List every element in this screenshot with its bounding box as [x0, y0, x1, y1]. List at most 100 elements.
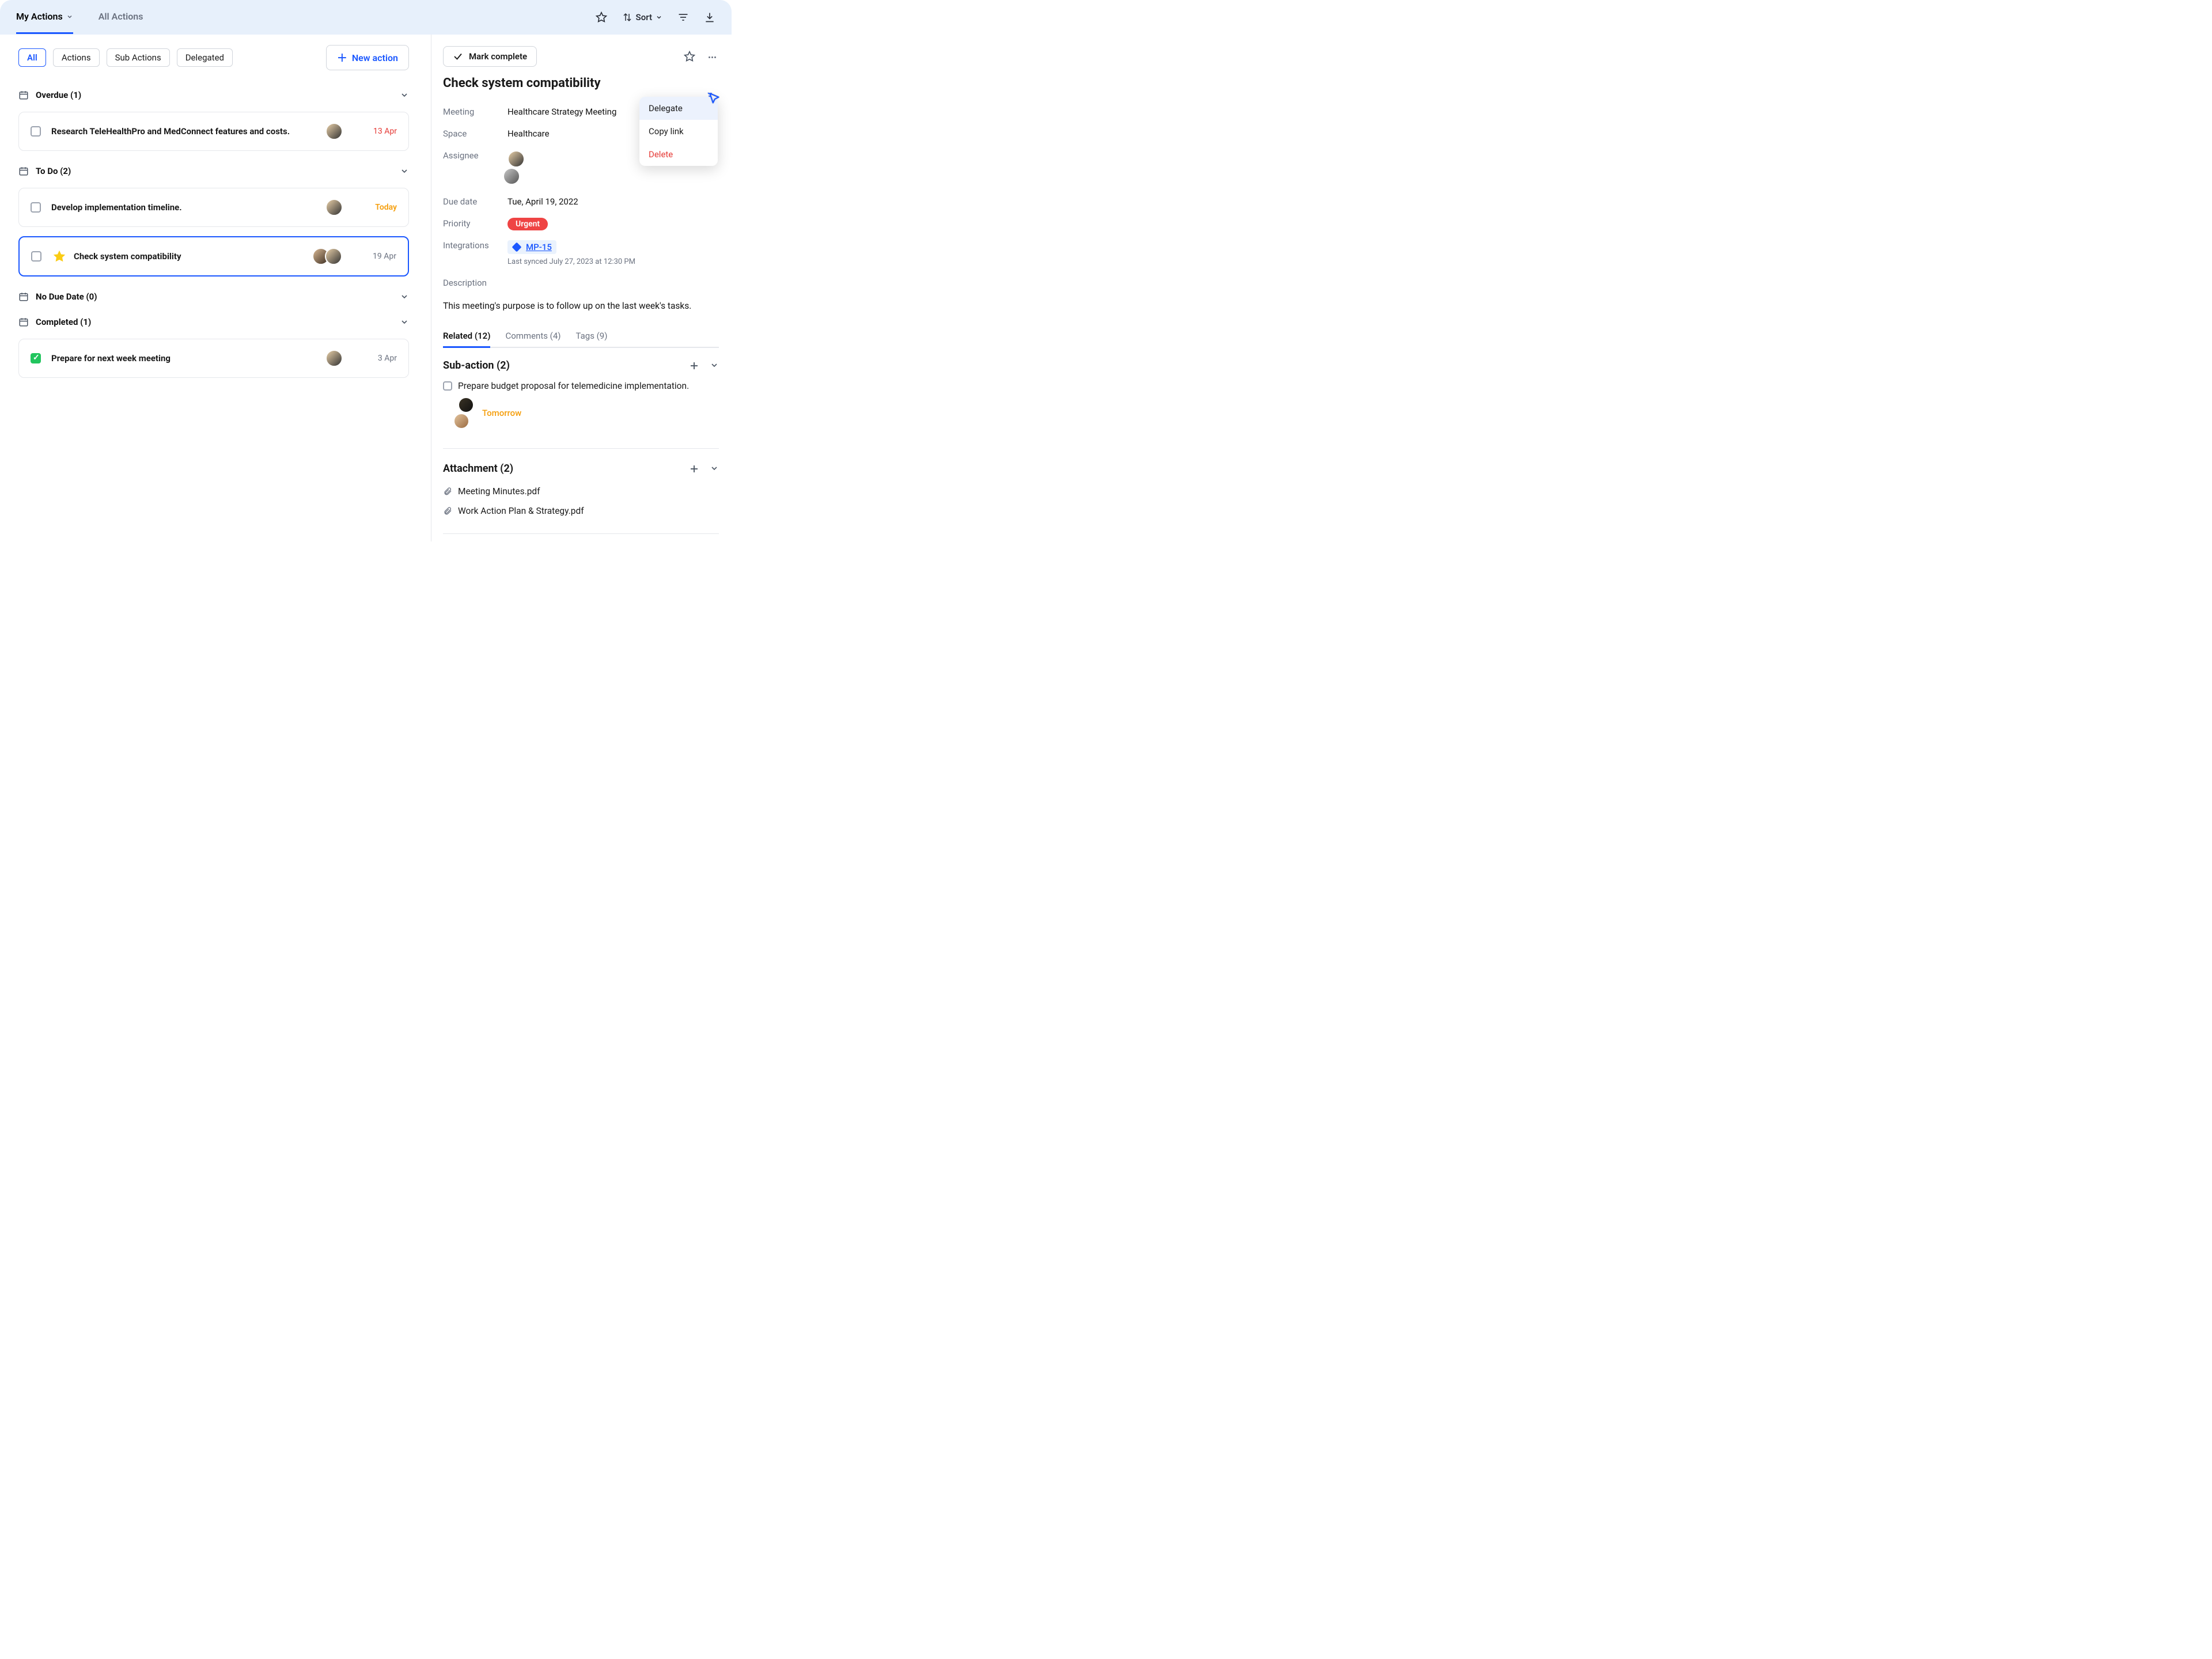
attachment-name: Work Action Plan & Strategy.pdf — [458, 506, 584, 516]
assignee-avatars — [325, 350, 343, 367]
task-date: 19 Apr — [355, 252, 396, 261]
filter-sub-actions[interactable]: Sub Actions — [107, 48, 170, 67]
check-icon — [453, 51, 463, 62]
section-completed[interactable]: Completed (1) — [18, 311, 409, 333]
assignee-avatars — [325, 123, 343, 140]
last-synced-text: Last synced July 27, 2023 at 12:30 PM — [507, 257, 719, 266]
attachment-heading: Attachment (2) — [443, 463, 513, 475]
task-title: Develop implementation timeline. — [51, 202, 325, 213]
download-icon[interactable] — [704, 12, 715, 23]
avatar — [325, 350, 343, 367]
attachment-item[interactable]: Work Action Plan & Strategy.pdf — [443, 501, 719, 521]
section-overdue[interactable]: Overdue (1) — [18, 84, 409, 106]
detail-title: Check system compatibility — [443, 76, 719, 90]
task-title: Check system compatibility — [74, 251, 312, 262]
sort-button[interactable]: Sort — [622, 12, 662, 22]
task-row[interactable]: Research TeleHealthPro and MedConnect fe… — [18, 112, 409, 151]
calendar-icon — [18, 90, 29, 100]
new-action-label: New action — [352, 52, 398, 63]
chevron-down-icon — [66, 13, 73, 20]
description-text: This meeting's purpose is to follow up o… — [443, 300, 719, 312]
chevron-down-icon[interactable] — [710, 361, 719, 371]
menu-item-copy-link[interactable]: Copy link — [639, 120, 718, 143]
tab-related[interactable]: Related (12) — [443, 326, 490, 347]
filter-actions[interactable]: Actions — [53, 48, 100, 67]
plus-icon: ＋ — [337, 50, 347, 65]
tab-tags[interactable]: Tags (9) — [575, 326, 607, 347]
priority-badge: Urgent — [507, 218, 548, 230]
task-title: Research TeleHealthPro and MedConnect fe… — [51, 126, 325, 137]
section-overdue-label: Overdue (1) — [36, 90, 81, 100]
avatar — [458, 397, 474, 413]
task-date: 13 Apr — [355, 127, 397, 136]
section-todo[interactable]: To Do (2) — [18, 160, 409, 182]
avatar — [453, 413, 469, 429]
label-assignee: Assignee — [443, 150, 507, 185]
task-row[interactable]: Prepare for next week meeting 3 Apr — [18, 339, 409, 378]
avatar — [325, 199, 343, 216]
label-description: Description — [443, 278, 507, 288]
avatar — [325, 123, 343, 140]
task-row-selected[interactable]: Check system compatibility 19 Apr — [18, 236, 409, 276]
paperclip-icon — [443, 506, 452, 516]
integration-link[interactable]: MP-15 — [526, 242, 552, 252]
task-checkbox[interactable] — [31, 202, 41, 213]
cursor-indicator-icon — [707, 92, 722, 107]
filter-icon[interactable] — [677, 12, 689, 23]
filter-delegated[interactable]: Delegated — [177, 48, 233, 67]
section-no-due-date[interactable]: No Due Date (0) — [18, 286, 409, 308]
paperclip-icon — [443, 487, 452, 496]
chevron-down-icon[interactable] — [710, 464, 719, 474]
attachment-name: Meeting Minutes.pdf — [458, 486, 540, 497]
tab-comments[interactable]: Comments (4) — [505, 326, 560, 347]
tab-my-actions[interactable]: My Actions — [16, 1, 73, 34]
subaction-date: Tomorrow — [482, 408, 521, 418]
subaction-heading: Sub-action (2) — [443, 359, 510, 372]
section-todo-label: To Do (2) — [36, 166, 71, 176]
attachment-item[interactable]: Meeting Minutes.pdf — [443, 482, 719, 501]
task-date: Today — [355, 203, 397, 212]
tab-all-actions[interactable]: All Actions — [99, 1, 143, 34]
chevron-down-icon — [400, 90, 409, 100]
integration-chip[interactable]: MP-15 — [507, 240, 556, 254]
subaction-checkbox[interactable] — [443, 381, 452, 391]
calendar-icon — [18, 317, 29, 327]
new-action-button[interactable]: ＋ New action — [326, 45, 409, 70]
value-due-date: Tue, April 19, 2022 — [507, 196, 719, 207]
add-subaction-button[interactable] — [689, 361, 699, 371]
subaction-title: Prepare budget proposal for telemedicine… — [458, 381, 689, 391]
menu-item-delegate[interactable]: Delegate — [639, 97, 718, 120]
filter-all[interactable]: All — [18, 48, 46, 67]
task-checkbox[interactable] — [31, 126, 41, 137]
tab-all-actions-label: All Actions — [99, 11, 143, 22]
avatar — [507, 150, 525, 168]
chevron-down-icon — [656, 14, 662, 21]
label-integrations: Integrations — [443, 240, 507, 266]
add-attachment-button[interactable] — [689, 464, 699, 474]
assignee-avatars — [458, 397, 474, 429]
tab-my-actions-label: My Actions — [16, 11, 63, 22]
calendar-icon — [18, 166, 29, 176]
label-priority: Priority — [443, 218, 507, 229]
chevron-down-icon — [400, 317, 409, 327]
star-outline-icon[interactable] — [596, 12, 607, 23]
label-due-date: Due date — [443, 196, 507, 207]
task-checkbox[interactable] — [31, 251, 41, 262]
more-menu-button[interactable] — [706, 50, 719, 63]
avatar — [503, 168, 520, 185]
assignee-avatars — [312, 248, 342, 265]
subaction-item[interactable]: Prepare budget proposal for telemedicine… — [443, 378, 719, 437]
task-checkbox-checked[interactable] — [31, 353, 41, 363]
task-row[interactable]: Develop implementation timeline. Today — [18, 188, 409, 227]
sort-icon — [622, 12, 632, 22]
section-completed-label: Completed (1) — [36, 317, 91, 327]
sort-label: Sort — [636, 12, 652, 22]
jira-icon — [512, 243, 521, 252]
assignee-avatars — [325, 199, 343, 216]
star-filled-icon — [53, 250, 66, 263]
mark-complete-button[interactable]: Mark complete — [443, 46, 537, 67]
menu-item-delete[interactable]: Delete — [639, 143, 718, 166]
chevron-down-icon — [400, 292, 409, 301]
star-outline-icon[interactable] — [684, 51, 695, 62]
chevron-down-icon — [400, 166, 409, 176]
